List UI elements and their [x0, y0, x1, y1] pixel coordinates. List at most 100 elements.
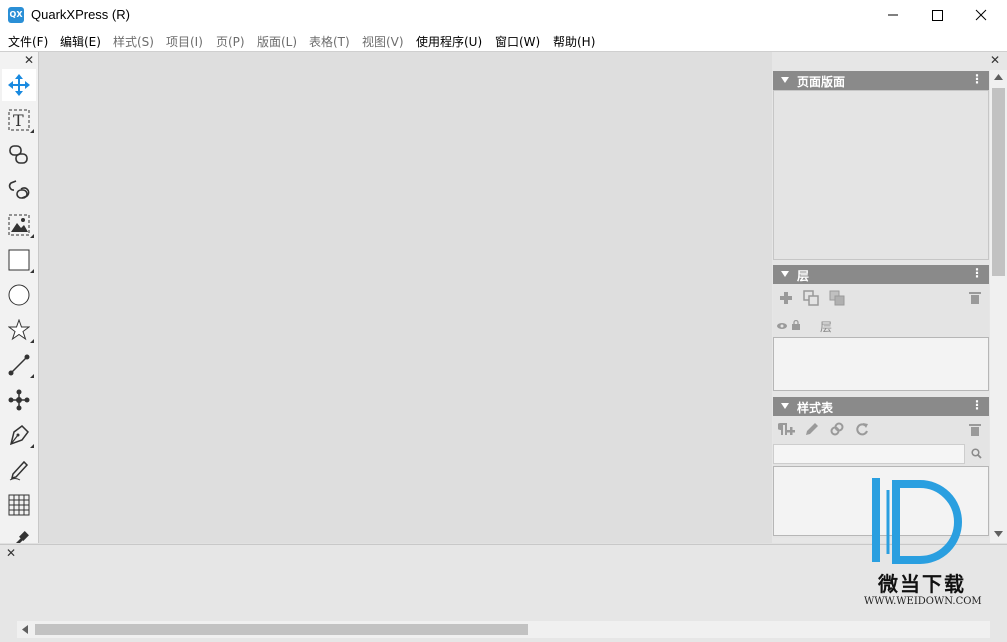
menu-table[interactable]: 表格(T) [309, 33, 350, 50]
submenu-corner-icon [30, 374, 34, 378]
scroll-thumb[interactable] [992, 88, 1005, 276]
freehand-tool[interactable] [2, 454, 36, 486]
maximize-icon [932, 10, 943, 21]
layers-list[interactable] [773, 337, 989, 391]
collapse-triangle-icon[interactable] [781, 77, 789, 83]
line-icon [8, 354, 30, 376]
collapse-triangle-icon[interactable] [781, 271, 789, 277]
minimize-button[interactable] [870, 0, 916, 30]
visibility-eye-icon[interactable] [777, 322, 787, 330]
close-button[interactable] [958, 0, 1004, 30]
menu-bar: 文件(F) 编辑(E) 样式(S) 项目(I) 页(P) 版面(L) 表格(T)… [0, 30, 1007, 52]
menu-page[interactable]: 页(P) [216, 33, 245, 50]
menu-view[interactable]: 视图(V) [362, 33, 404, 50]
refresh-icon[interactable] [855, 422, 869, 436]
panel-menu-icon[interactable]: ⋮ [971, 72, 983, 86]
layers-panel-title: 层 [797, 269, 810, 283]
move-arrows-icon [8, 74, 30, 96]
watermark-url-text: WWW.WEIDOWN.COM [864, 596, 982, 607]
menu-utilities[interactable]: 使用程序(U) [416, 33, 482, 50]
bezier-points-icon [8, 389, 30, 411]
toolbox-close-icon[interactable]: ✕ [24, 54, 34, 66]
delete-layer-icon[interactable] [969, 291, 981, 304]
pencil-icon [9, 460, 29, 481]
new-style-sheet-icon[interactable] [778, 421, 796, 437]
text-content-tool[interactable]: T [2, 104, 36, 136]
tools-palette: ✕ T [0, 52, 39, 543]
page-layout-panel-title: 页面版面 [797, 75, 846, 89]
collapse-triangle-icon[interactable] [781, 403, 789, 409]
new-layer-icon[interactable] [779, 291, 793, 305]
document-workspace[interactable] [39, 52, 772, 543]
line-tool[interactable] [2, 349, 36, 381]
lock-icon[interactable] [792, 320, 800, 330]
panel-menu-icon[interactable]: ⋮ [971, 398, 983, 412]
layer-row[interactable]: 层 [773, 316, 989, 336]
menu-layout[interactable]: 版面(L) [257, 33, 297, 50]
page-layout-panel-header[interactable]: 页面版面 ⋮ [773, 71, 989, 90]
style-sheets-panel-header[interactable]: 样式表 ⋮ [773, 397, 989, 416]
style-sheets-panel-title: 样式表 [797, 401, 834, 415]
panel-menu-icon[interactable]: ⋮ [971, 266, 983, 280]
menu-window[interactable]: 窗口(W) [495, 33, 540, 50]
svg-text:T: T [13, 111, 24, 130]
quarkxpress-app-icon: QX [8, 7, 24, 23]
oval-icon [8, 284, 30, 306]
menu-style[interactable]: 样式(S) [113, 33, 154, 50]
menu-item[interactable]: 项目(I) [166, 33, 203, 50]
star-icon [8, 319, 30, 341]
menu-edit[interactable]: 编辑(E) [60, 33, 101, 50]
weidown-watermark: 微当下载 WWW.WEIDOWN.COM [858, 470, 988, 630]
submenu-corner-icon [30, 269, 34, 273]
picture-box-icon [8, 214, 30, 236]
submenu-corner-icon [30, 444, 34, 448]
star-box-tool[interactable] [2, 314, 36, 346]
duplicate-link-icon[interactable] [830, 422, 844, 436]
watermark-brand-text: 微当下载 [878, 572, 966, 596]
submenu-corner-icon [30, 234, 34, 238]
eyedropper-tool[interactable] [2, 524, 36, 543]
dock-close-icon[interactable]: ✕ [990, 54, 1000, 66]
submenu-corner-icon [30, 339, 34, 343]
unlink-icon [8, 180, 30, 199]
pen-nib-icon [9, 425, 29, 446]
unlink-tool[interactable] [2, 174, 36, 206]
scroll-down-arrow-icon[interactable] [994, 531, 1003, 537]
menu-file[interactable]: 文件(F) [8, 33, 48, 50]
dock-vertical-scrollbar[interactable] [990, 70, 1007, 543]
table-tool[interactable] [2, 489, 36, 521]
search-icon[interactable] [971, 448, 982, 459]
scroll-up-arrow-icon[interactable] [994, 74, 1003, 80]
move-tool[interactable] [2, 69, 36, 101]
layers-panel-body: 层 [773, 284, 989, 391]
layers-panel-header[interactable]: 层 ⋮ [773, 265, 989, 284]
delete-style-icon[interactable] [969, 423, 981, 436]
merge-layers-icon[interactable] [829, 290, 845, 306]
minimize-icon [888, 14, 898, 16]
edit-pencil-icon[interactable] [805, 422, 819, 436]
eyedropper-icon [16, 531, 29, 543]
pen-tool[interactable] [2, 419, 36, 451]
scroll-left-arrow-icon[interactable] [22, 625, 28, 634]
duplicate-layer-icon[interactable] [803, 290, 819, 306]
submenu-corner-icon [30, 129, 34, 133]
link-tool[interactable] [2, 139, 36, 171]
maximize-button[interactable] [914, 0, 960, 30]
page-layout-panel-body [773, 90, 989, 260]
title-bar: QX QuarkXPress (R) [0, 0, 1007, 30]
text-tool-icon: T [8, 109, 30, 131]
scroll-thumb[interactable] [35, 624, 528, 635]
oval-box-tool[interactable] [2, 279, 36, 311]
picture-box-tool[interactable] [2, 209, 36, 241]
style-search-input[interactable] [773, 444, 965, 464]
horizontal-scrollbar[interactable] [17, 621, 990, 638]
rectangle-box-tool[interactable] [2, 244, 36, 276]
weidown-logo-icon [872, 478, 962, 564]
rectangle-icon [8, 249, 30, 271]
bottom-panel-close-icon[interactable]: ✕ [6, 547, 16, 559]
close-icon [975, 9, 987, 21]
table-grid-icon [8, 494, 30, 516]
menu-help[interactable]: 帮助(H) [553, 33, 595, 50]
bezier-tool[interactable] [2, 384, 36, 416]
link-icon [9, 145, 28, 164]
